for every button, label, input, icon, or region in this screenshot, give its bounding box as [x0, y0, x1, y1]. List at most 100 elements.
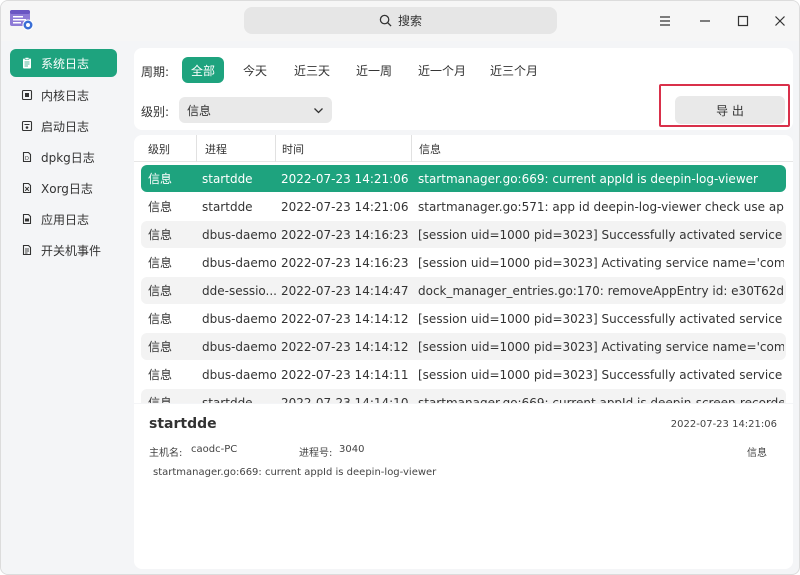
app-file-icon [22, 213, 32, 225]
row-info: [session uid=1000 pid=3023] Successfully… [418, 227, 784, 242]
row-process: dde-sessio... [202, 283, 276, 298]
row-time: 2022-07-23 14:14:12 [281, 339, 409, 354]
row-time: 2022-07-23 14:16:23 [281, 227, 409, 242]
minimize-icon [700, 20, 710, 22]
row-time: 2022-07-23 14:21:06 [281, 171, 409, 186]
row-info: [session uid=1000 pid=3023] Activating s… [418, 255, 784, 270]
row-process: dbus-daemon [202, 339, 276, 354]
sidebar-item-label: 内核日志 [41, 88, 90, 103]
period-3days-label: 近三天 [293, 63, 330, 78]
row-info: dock_manager_entries.go:170: removeAppEn… [418, 283, 784, 298]
table-row[interactable]: 信息 dbus-daemon 2022-07-23 14:14:11 [sess… [141, 361, 786, 388]
close-icon [775, 16, 785, 26]
row-level: 信息 [148, 340, 173, 354]
row-level: 信息 [148, 200, 173, 214]
period-month-chip[interactable]: 近一个月 [412, 57, 472, 83]
minimize-button[interactable] [695, 11, 715, 31]
menu-icon [660, 16, 670, 26]
row-level: 信息 [148, 368, 173, 382]
table-row[interactable]: 信息 dbus-daemon 2022-07-23 14:16:23 [sess… [141, 221, 786, 248]
column-header-time[interactable]: 时间 [282, 135, 304, 162]
row-info: [session uid=1000 pid=3023] Successfully… [418, 311, 784, 326]
column-header-info[interactable]: 信息 [419, 135, 441, 162]
sidebar-item-label: 系统日志 [41, 56, 90, 71]
row-time: 2022-07-23 14:21:06 [281, 199, 409, 214]
clipboard-icon [23, 57, 31, 69]
row-process: dbus-daemon [202, 255, 276, 270]
row-process: dbus-daemon [202, 227, 276, 242]
table-row[interactable]: 信息 dde-sessio... 2022-07-23 14:14:47 doc… [141, 277, 786, 304]
period-week-chip[interactable]: 近一周 [348, 57, 400, 83]
period-label: 周期: [141, 65, 170, 79]
filter-panel: 周期: 全部 今天 近三天 近一周 近一个月 近三个月 级别: 信息 导 出 [134, 48, 793, 130]
detail-host-label: 主机名: [149, 448, 183, 459]
table-body: 信息 startdde 2022-07-23 14:21:06 startman… [141, 165, 786, 403]
level-select-value: 信息 [187, 103, 212, 118]
period-week-label: 近一周 [355, 63, 392, 78]
column-separator[interactable] [411, 135, 412, 162]
column-separator[interactable] [196, 135, 197, 162]
table-row[interactable]: 信息 dbus-daemon 2022-07-23 14:16:23 [sess… [141, 249, 786, 276]
detail-message: startmanager.go:669: current appId is de… [153, 467, 437, 478]
sidebar-item-xorg-log[interactable]: Xorg日志 [10, 174, 117, 202]
search-icon [379, 14, 392, 27]
row-process: startdde [202, 171, 253, 186]
sidebar-item-dpkg-log[interactable]: D dpkg日志 [10, 143, 117, 171]
table-row[interactable]: 信息 dbus-daemon 2022-07-23 14:14:12 [sess… [141, 333, 786, 360]
row-info: [session uid=1000 pid=3023] Activating s… [418, 339, 784, 354]
level-label: 级别: [141, 105, 170, 119]
row-info: startmanager.go:571: app id deepin-log-v… [418, 199, 784, 214]
sidebar-item-system-log[interactable]: 系统日志 [10, 49, 117, 77]
export-button[interactable]: 导 出 [675, 96, 785, 124]
detail-panel: startdde 2022-07-23 14:21:06 主机名: caodc-… [134, 404, 793, 569]
sidebar-item-label: 启动日志 [41, 119, 90, 134]
chevron-down-icon [314, 108, 323, 114]
period-3days-chip[interactable]: 近三天 [286, 57, 338, 83]
maximize-icon [737, 15, 749, 27]
maximize-button[interactable] [733, 11, 753, 31]
export-button-label: 导 出 [716, 103, 744, 118]
row-process: dbus-daemon [202, 311, 276, 326]
table-row[interactable]: 信息 startdde 2022-07-23 14:21:06 startman… [141, 193, 786, 220]
level-select[interactable]: 信息 [179, 97, 332, 123]
table-row[interactable]: 信息 dbus-daemon 2022-07-23 14:14:12 [sess… [141, 305, 786, 332]
close-button[interactable] [770, 11, 790, 31]
sidebar-item-boot-log[interactable]: 启动日志 [10, 112, 117, 140]
row-time: 2022-07-23 14:14:12 [281, 311, 409, 326]
row-level: 信息 [148, 256, 173, 270]
row-level: 信息 [148, 228, 173, 242]
sidebar-item-app-log[interactable]: 应用日志 [10, 205, 117, 233]
row-process: startdde [202, 395, 253, 404]
sidebar-item-label: dpkg日志 [41, 150, 95, 165]
column-header-level[interactable]: 级别 [148, 135, 170, 162]
detail-process-title: startdde [149, 416, 217, 432]
row-time: 2022-07-23 14:14:10 [281, 395, 409, 404]
detail-host-value: caodc-PC [191, 444, 238, 455]
sidebar-item-kernel-log[interactable]: 内核日志 [10, 81, 117, 109]
table-row[interactable]: 信息 startdde 2022-07-23 14:14:10 startman… [141, 389, 786, 403]
svg-text:D: D [25, 156, 29, 162]
menu-button[interactable] [655, 11, 675, 31]
table-row[interactable]: 信息 startdde 2022-07-23 14:21:06 startman… [141, 165, 786, 192]
sidebar: 系统日志 内核日志 启动日志 D dpkg日志 Xorg日志 应用日志 开关机事… [1, 41, 127, 574]
app-window: 搜索 系统日志 内核日志 启动日志 D dpkg日志 Xorg日志 应用日志 开… [0, 0, 800, 575]
column-header-process[interactable]: 进程 [205, 135, 227, 162]
log-viewer-app-icon [9, 8, 35, 32]
period-today-chip[interactable]: 今天 [234, 57, 276, 83]
sidebar-item-power-events[interactable]: 开关机事件 [10, 236, 117, 264]
row-time: 2022-07-23 14:14:47 [281, 283, 409, 298]
period-all-chip[interactable]: 全部 [182, 57, 224, 83]
title-bar: 搜索 [1, 1, 799, 41]
x-file-icon [22, 182, 32, 194]
search-box[interactable]: 搜索 [244, 7, 557, 34]
period-3months-label: 近三个月 [489, 63, 538, 78]
log-table: 级别 进程 时间 信息 信息 startdde 2022-07-23 14:21… [134, 135, 793, 403]
search-label: 搜索 [397, 14, 422, 28]
sidebar-item-label: 开关机事件 [41, 243, 102, 258]
row-level: 信息 [148, 312, 173, 326]
period-3months-chip[interactable]: 近三个月 [484, 57, 544, 83]
detail-pid-value: 3040 [339, 444, 365, 455]
row-level: 信息 [148, 172, 173, 186]
column-separator[interactable] [275, 135, 276, 162]
detail-pid-label: 进程号: [299, 448, 333, 459]
